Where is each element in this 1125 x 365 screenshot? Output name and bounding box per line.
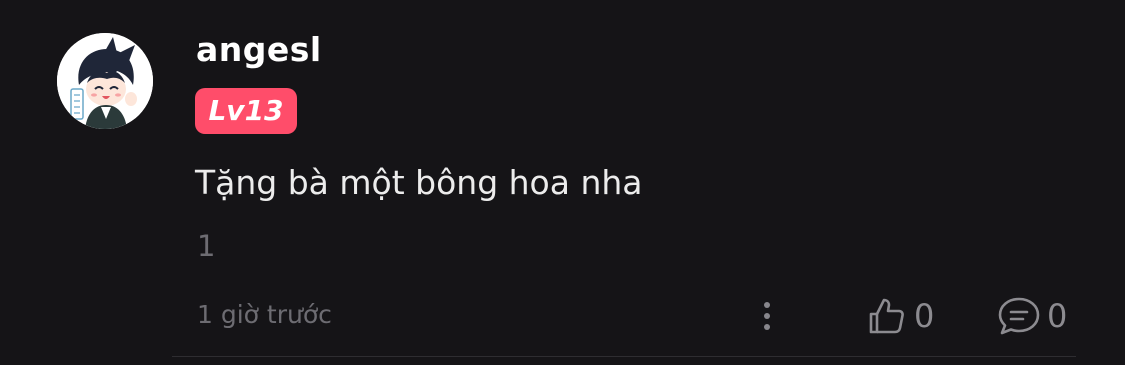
- divider: [172, 356, 1076, 357]
- avatar[interactable]: [57, 33, 153, 129]
- level-badge: Lv13: [195, 88, 297, 134]
- more-vertical-icon-dot: [764, 313, 770, 319]
- like-count: 0: [914, 297, 935, 335]
- reply-button[interactable]: 0: [997, 293, 1067, 339]
- comment-item: angesl Lv13 Tặng bà một bông hoa nha 1 1…: [0, 0, 1125, 365]
- more-vertical-icon-dot: [764, 324, 770, 330]
- comment-text: Tặng bà một bông hoa nha: [195, 163, 643, 202]
- avatar-image: [57, 33, 153, 129]
- username[interactable]: angesl: [196, 30, 322, 69]
- thumbs-up-icon: [869, 298, 904, 334]
- reply-count[interactable]: 1: [197, 229, 215, 263]
- speech-bubble-icon: [998, 297, 1040, 335]
- more-vertical-icon: [764, 302, 770, 308]
- comment-count: 0: [1047, 297, 1068, 335]
- timestamp: 1 giờ trước: [197, 300, 332, 329]
- like-button[interactable]: 0: [866, 293, 934, 339]
- more-options-button[interactable]: [752, 294, 782, 338]
